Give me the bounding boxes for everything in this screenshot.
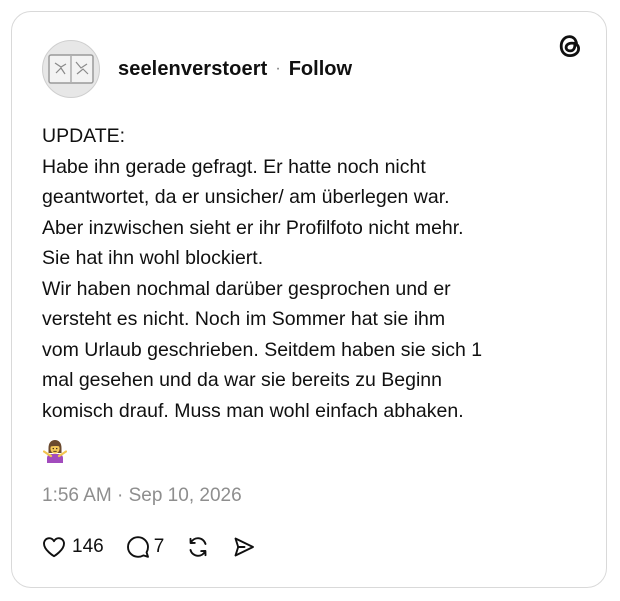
post-text: UPDATE: Habe ihn gerade gefragt. Er hatt…	[42, 125, 483, 422]
post-actions: 146 7	[42, 532, 256, 562]
post-header: seelenverstoert · Follow	[42, 39, 352, 99]
header-separator: ·	[275, 60, 281, 77]
repost-button[interactable]	[186, 535, 210, 559]
reply-button[interactable]: 7	[126, 535, 165, 559]
like-count: 146	[72, 536, 104, 557]
comment-icon	[126, 536, 149, 558]
repost-icon	[189, 537, 207, 557]
avatar-image	[48, 54, 94, 84]
post-timestamp[interactable]: 1:56 AM · Sep 10, 2026	[42, 485, 242, 507]
share-button[interactable]	[232, 535, 256, 559]
avatar[interactable]	[42, 40, 100, 98]
reply-count: 7	[153, 536, 165, 557]
send-icon	[234, 537, 255, 557]
follow-button[interactable]: Follow	[289, 58, 352, 81]
post-card: seelenverstoert · Follow UPDATE: Habe ih…	[11, 11, 607, 588]
like-button[interactable]: 146	[42, 536, 104, 558]
person-shrugging-emoji	[43, 440, 67, 463]
heart-icon	[43, 537, 65, 558]
username[interactable]: seelenverstoert	[118, 58, 267, 81]
threads-logo-icon[interactable]	[556, 32, 584, 60]
